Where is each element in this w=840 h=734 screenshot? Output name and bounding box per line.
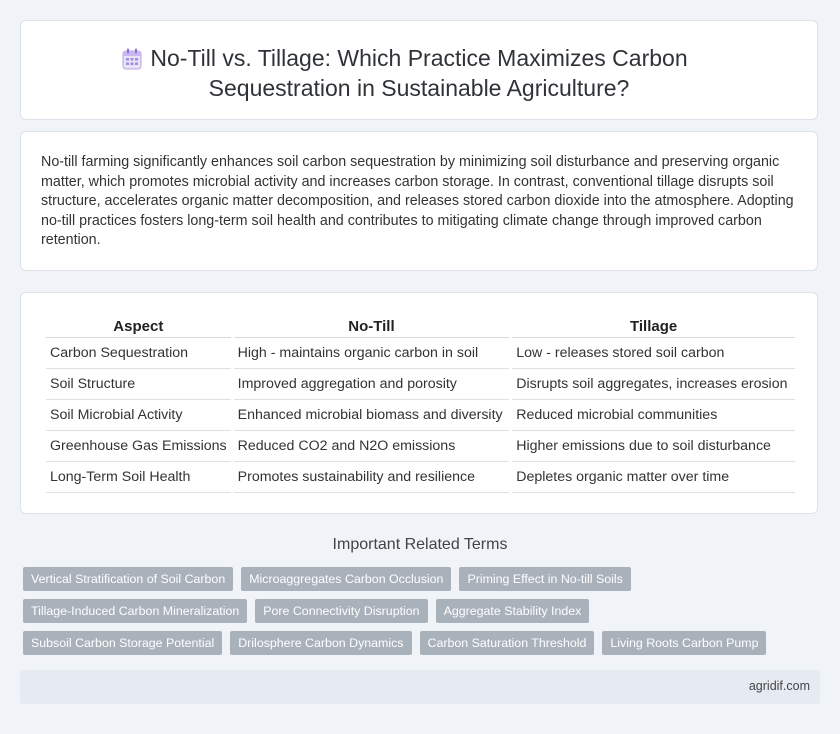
related-term-tag[interactable]: Pore Connectivity Disruption: [255, 599, 428, 623]
table-cell: Depletes organic matter over time: [512, 462, 795, 493]
related-term-tag[interactable]: Aggregate Stability Index: [435, 599, 590, 623]
related-term-tag[interactable]: Living Roots Carbon Pump: [602, 631, 767, 655]
related-terms-list: Vertical Stratification of Soil Carbon M…: [23, 567, 783, 655]
related-term-tag[interactable]: Subsoil Carbon Storage Potential: [23, 631, 223, 655]
table-cell: Promotes sustainability and resilience: [233, 462, 510, 493]
related-term-tag[interactable]: Drilosphere Carbon Dynamics: [230, 631, 412, 655]
table-cell: Greenhouse Gas Emissions: [46, 431, 231, 462]
table-cell: Higher emissions due to soil disturbance: [512, 431, 795, 462]
page-title: No-Till vs. Tillage: Which Practice Maxi…: [150, 45, 688, 101]
related-terms-title: Important Related Terms: [332, 536, 508, 553]
table-row: Greenhouse Gas Emissions Reduced CO2 and…: [46, 431, 795, 462]
related-term-tag[interactable]: Microaggregates Carbon Occlusion: [241, 567, 452, 591]
footer: agridif.com: [20, 670, 820, 704]
intro-card: No-till farming significantly enhances s…: [20, 131, 818, 271]
header-no-till: No-Till: [233, 315, 510, 338]
table-cell: Reduced microbial communities: [512, 400, 795, 431]
table-cell: Soil Structure: [46, 369, 231, 400]
table-row: Carbon Sequestration High - maintains or…: [46, 338, 795, 369]
table-row: Soil Microbial Activity Enhanced microbi…: [46, 400, 795, 431]
table-cell: Improved aggregation and porosity: [233, 369, 510, 400]
comparison-card: Aspect No-Till Tillage Carbon Sequestrat…: [20, 292, 818, 514]
table-cell: High - maintains organic carbon in soil: [233, 338, 510, 369]
table-row: Long-Term Soil Health Promotes sustainab…: [46, 462, 795, 493]
table-cell: Soil Microbial Activity: [46, 400, 231, 431]
table-header-row: Aspect No-Till Tillage: [46, 315, 795, 338]
header-aspect: Aspect: [46, 315, 231, 338]
related-term-tag[interactable]: Carbon Saturation Threshold: [419, 631, 595, 655]
comparison-table: Aspect No-Till Tillage Carbon Sequestrat…: [43, 315, 798, 493]
footer-site-link[interactable]: agridif.com: [749, 679, 810, 693]
related-term-tag[interactable]: Priming Effect in No-till Soils: [459, 567, 631, 591]
related-term-tag[interactable]: Tillage-Induced Carbon Mineralization: [23, 599, 248, 623]
table-row: Soil Structure Improved aggregation and …: [46, 369, 795, 400]
table-cell: Low - releases stored soil carbon: [512, 338, 795, 369]
intro-paragraph: No-till farming significantly enhances s…: [41, 154, 794, 249]
header-tillage: Tillage: [512, 315, 795, 338]
table-cell: Carbon Sequestration: [46, 338, 231, 369]
table-cell: Long-Term Soil Health: [46, 462, 231, 493]
table-cell: Enhanced microbial biomass and diversity: [233, 400, 510, 431]
title-card: No-Till vs. Tillage: Which Practice Maxi…: [20, 20, 818, 120]
related-term-tag[interactable]: Vertical Stratification of Soil Carbon: [23, 567, 234, 591]
table-cell: Disrupts soil aggregates, increases eros…: [512, 369, 795, 400]
table-cell: Reduced CO2 and N2O emissions: [233, 431, 510, 462]
